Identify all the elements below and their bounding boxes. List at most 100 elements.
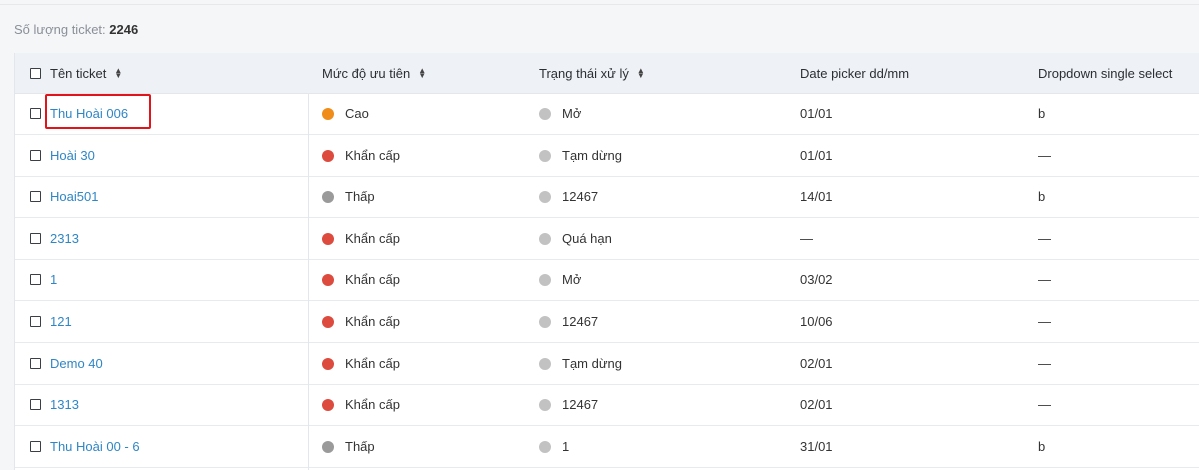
cell-priority: Cao [322,93,369,134]
status-dot [539,190,551,203]
ticket-name-link[interactable]: Hoai501 [50,189,98,204]
sort-priority-icon[interactable]: ▲ ▼ [418,67,426,80]
table-header: Tên ticket ▲ ▼ Mức độ ưu tiên ▲ ▼ Trạng th… [15,53,1199,94]
ticket-name-link[interactable]: 1 [50,272,57,287]
ticket-name-link[interactable]: 2313 [50,231,79,246]
table-row[interactable]: 1 Khẩn cấp Mở 03/02 — [15,259,1199,301]
cell-name: 1313 [30,384,79,425]
ticket-list-panel: Số lượng ticket: 2246 Tên ticket ▲ ▼ Mức … [0,0,1199,470]
date-value: 02/01 [800,356,833,371]
ticket-name-link[interactable]: Thu Hoài 00 - 6 [50,439,140,454]
cell-name: Hoài 30 [30,135,95,176]
header-priority-label: Mức độ ưu tiên [322,65,411,81]
cell-dropdown: — [1038,384,1051,425]
table-row[interactable]: Thu Hoài 00 - 6 Thấp 1 31/01 b [15,426,1199,468]
cell-dropdown: — [1038,218,1051,259]
ticket-count: Số lượng ticket: 2246 [14,22,138,37]
status-dot [539,440,551,453]
date-value: 03/02 [800,272,833,287]
cell-priority: Thấp [322,426,375,467]
row-checkbox[interactable] [30,399,41,410]
row-checkbox[interactable] [30,108,41,119]
priority-dot [322,232,334,245]
status-dot [539,149,551,162]
cell-date: 01/01 [800,93,833,134]
priority-label: Thấp [345,439,375,454]
status-dot [539,357,551,370]
cell-name: Hoai501 [30,176,98,217]
cell-priority: Thấp [322,176,375,217]
dropdown-value: b [1038,106,1046,121]
date-value: 31/01 [800,439,833,454]
table-row[interactable]: Hoài 30 Khẩn cấp Tạm dừng 01/01 — [15,135,1199,177]
divider [0,4,1199,5]
sort-name-icon[interactable]: ▲ ▼ [114,67,122,80]
cell-date: 31/01 [800,426,833,467]
highlight-box [45,94,151,129]
table-row[interactable]: 2313 Khẩn cấp Quá hạn — — [15,218,1199,260]
priority-dot [322,149,334,162]
select-all-checkbox[interactable] [30,67,41,79]
header-status: Trạng thái xử lý ▲ ▼ [539,53,645,93]
cell-date: 03/02 [800,259,833,300]
row-checkbox[interactable] [30,150,41,161]
priority-dot [322,107,334,120]
ticket-count-value: 2246 [109,22,139,37]
status-label: Mở [562,106,582,121]
row-checkbox[interactable] [30,233,41,244]
priority-label: Khẩn cấp [345,272,400,287]
status-label: Tạm dừng [562,356,623,371]
cell-name: 1 [30,259,57,300]
cell-dropdown: — [1038,301,1051,342]
cell-date: 14/01 [800,176,833,217]
status-label: 12467 [562,397,599,412]
row-checkbox[interactable] [30,191,41,202]
ticket-name-link[interactable]: 121 [50,314,72,329]
cell-date: 02/01 [800,384,833,425]
priority-dot [322,273,334,286]
status-label: 1 [562,439,570,454]
priority-label: Khẩn cấp [345,314,400,329]
ticket-name-link[interactable]: Hoài 30 [50,148,95,163]
table-row[interactable]: 121 Khẩn cấp 12467 10/06 — [15,301,1199,343]
table-row[interactable]: Demo 40 Khẩn cấp Tạm dừng 02/01 — [15,343,1199,385]
header-status-label: Trạng thái xử lý [539,65,629,81]
dropdown-value: — [1038,314,1051,329]
priority-dot [322,440,334,453]
cell-dropdown: b [1038,176,1045,217]
row-checkbox[interactable] [30,358,41,369]
cell-name: Thu Hoài 00 - 6 [30,426,140,467]
header-dropdown: Dropdown single select [1038,53,1172,93]
row-checkbox[interactable] [30,441,41,452]
cell-priority: Khẩn cấp [322,343,400,384]
header-dropdown-label: Dropdown single select [1038,65,1173,81]
cell-name: Demo 40 [30,343,103,384]
cell-status: Mở [539,259,581,300]
dropdown-value: — [1038,231,1051,246]
table-row[interactable]: Thu Hoài 006 Cao Mở 01/01 b [15,93,1199,135]
status-dot [539,315,551,328]
cell-priority: Khẩn cấp [322,301,400,342]
priority-label: Khẩn cấp [345,148,400,163]
table-row[interactable]: 1313 Khẩn cấp 12467 02/01 — [15,384,1199,426]
date-value: — [800,231,813,246]
date-value: 14/01 [800,189,833,204]
ticket-name-link[interactable]: 1313 [50,397,79,412]
row-checkbox[interactable] [30,274,41,285]
cell-status: Tạm dừng [539,135,622,176]
header-name-label: Tên ticket [50,65,107,81]
table-row[interactable]: Hoai501 Thấp 12467 14/01 b [15,176,1199,218]
sort-status-icon[interactable]: ▲ ▼ [637,67,645,80]
cell-priority: Khẩn cấp [322,218,400,259]
cell-name: 121 [30,301,72,342]
cell-date: 10/06 [800,301,833,342]
cell-dropdown: — [1038,343,1051,384]
priority-label: Khẩn cấp [345,397,400,412]
dropdown-value: b [1038,439,1046,454]
row-checkbox[interactable] [30,316,41,327]
dropdown-value: — [1038,272,1051,287]
priority-dot [322,190,334,203]
cell-status: Mở [539,93,581,134]
ticket-name-link[interactable]: Demo 40 [50,356,103,371]
cell-date: — [800,218,813,259]
